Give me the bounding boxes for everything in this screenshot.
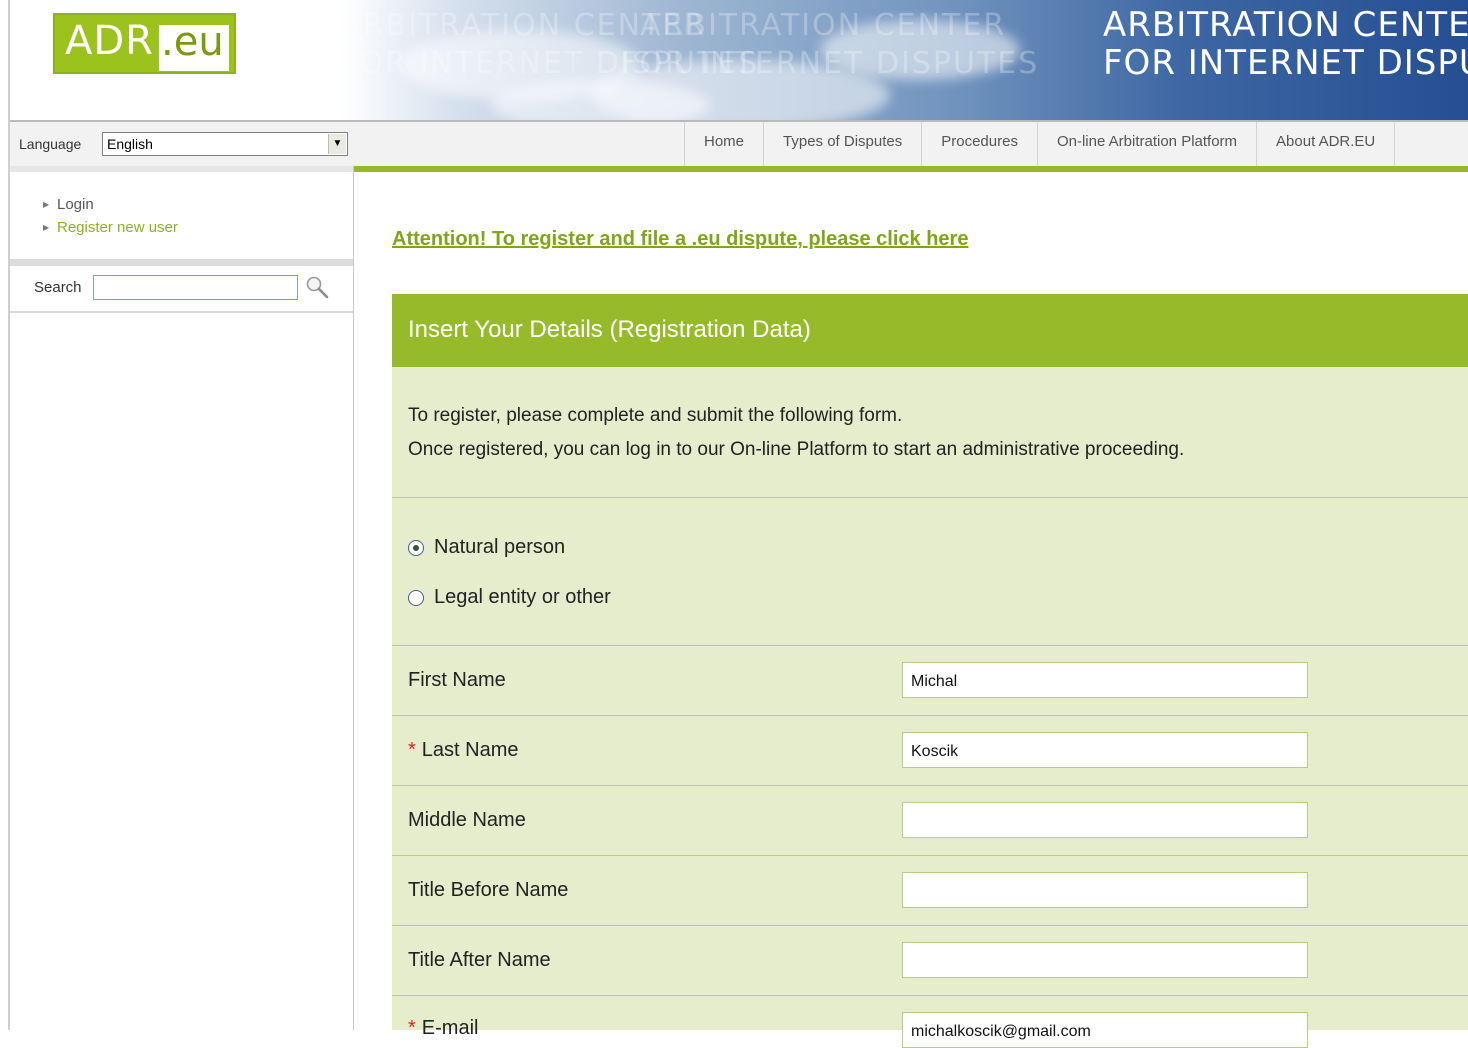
banner-ghost-text: ARBITRATION CENTER [640,8,1007,43]
nav-procedures[interactable]: Procedures [921,122,1037,166]
section-divider [392,497,1468,498]
nav-online-arbitration-platform[interactable]: On-line Arbitration Platform [1036,122,1256,166]
main-nav: Home Types of Disputes Procedures On-lin… [684,122,1396,166]
search-icon[interactable] [304,274,330,300]
radio-button[interactable] [408,590,424,606]
sidebar-link-register[interactable]: ▶ Register new user [43,219,178,236]
adr-eu-logo[interactable]: ADR .eu [53,13,236,74]
language-selected: English [107,136,153,152]
row-divider [392,925,1468,926]
required-marker: * [408,1017,416,1039]
middle-name-label: Middle Name [408,809,526,831]
row-divider [392,995,1468,996]
first-name-field[interactable]: Michal [902,662,1308,698]
first-name-label: First Name [408,669,506,691]
nav-about[interactable]: About ADR.EU [1256,122,1396,166]
form-header: Insert Your Details (Registration Data) [392,294,1468,367]
bullet-arrow-icon: ▶ [43,223,50,232]
intro-text-line-2: Once registered, you can log in to our O… [408,439,1185,460]
last-name-field[interactable]: Koscik [902,732,1308,768]
title-before-name-label: Title Before Name [408,879,569,901]
row-divider [392,855,1468,856]
intro-text-line-1: To register, please complete and submit … [408,405,903,426]
sidebar: ▶ Login ▶ Register new user Search [10,166,354,1030]
nav-types-of-disputes[interactable]: Types of Disputes [763,122,921,166]
top-bar: Language English ▼ Home Types of Dispute… [10,120,1468,166]
registration-form: To register, please complete and submit … [392,367,1468,1048]
attention-register-link[interactable]: Attention! To register and file a .eu di… [392,228,968,251]
language-label: Language [19,136,82,152]
email-field[interactable]: michalkoscik@gmail.com [902,1012,1308,1048]
sidebar-divider [10,311,353,313]
title-before-name-field[interactable] [902,872,1308,908]
form-title: Insert Your Details (Registration Data) [408,316,811,343]
title-after-name-label: Title After Name [408,949,551,971]
search-label: Search [34,279,82,296]
last-name-label: * Last Name [408,739,519,761]
row-divider [392,785,1468,786]
logo-text: ADR [65,18,154,64]
middle-name-field[interactable] [902,802,1308,838]
dropdown-arrow-icon[interactable]: ▼ [328,134,346,154]
title-after-name-field[interactable] [902,942,1308,978]
green-divider [354,166,1468,172]
nav-home[interactable]: Home [684,122,763,166]
row-divider [392,715,1468,716]
search-input[interactable] [93,275,298,300]
sidebar-links: ▶ Login ▶ Register new user [10,166,353,258]
email-label: * E-mail [408,1017,479,1039]
banner-title: ARBITRATION CENTER FOR INTERNET DISPUTE [1103,5,1468,83]
banner-ghost-text: FOR INTERNET DISPUTES [620,46,1040,81]
bullet-arrow-icon: ▶ [43,200,50,209]
sidebar-link-login[interactable]: ▶ Login [43,196,94,213]
site-header: ARBITRATION CENTER FOR INTERNET DISPUTES… [10,0,1468,120]
radio-button-selected[interactable] [408,540,424,556]
sidebar-divider [10,259,353,266]
required-marker: * [408,739,416,761]
logo-suffix: .eu [161,19,224,65]
section-divider [392,645,1468,646]
language-select[interactable]: English ▼ [102,132,348,156]
